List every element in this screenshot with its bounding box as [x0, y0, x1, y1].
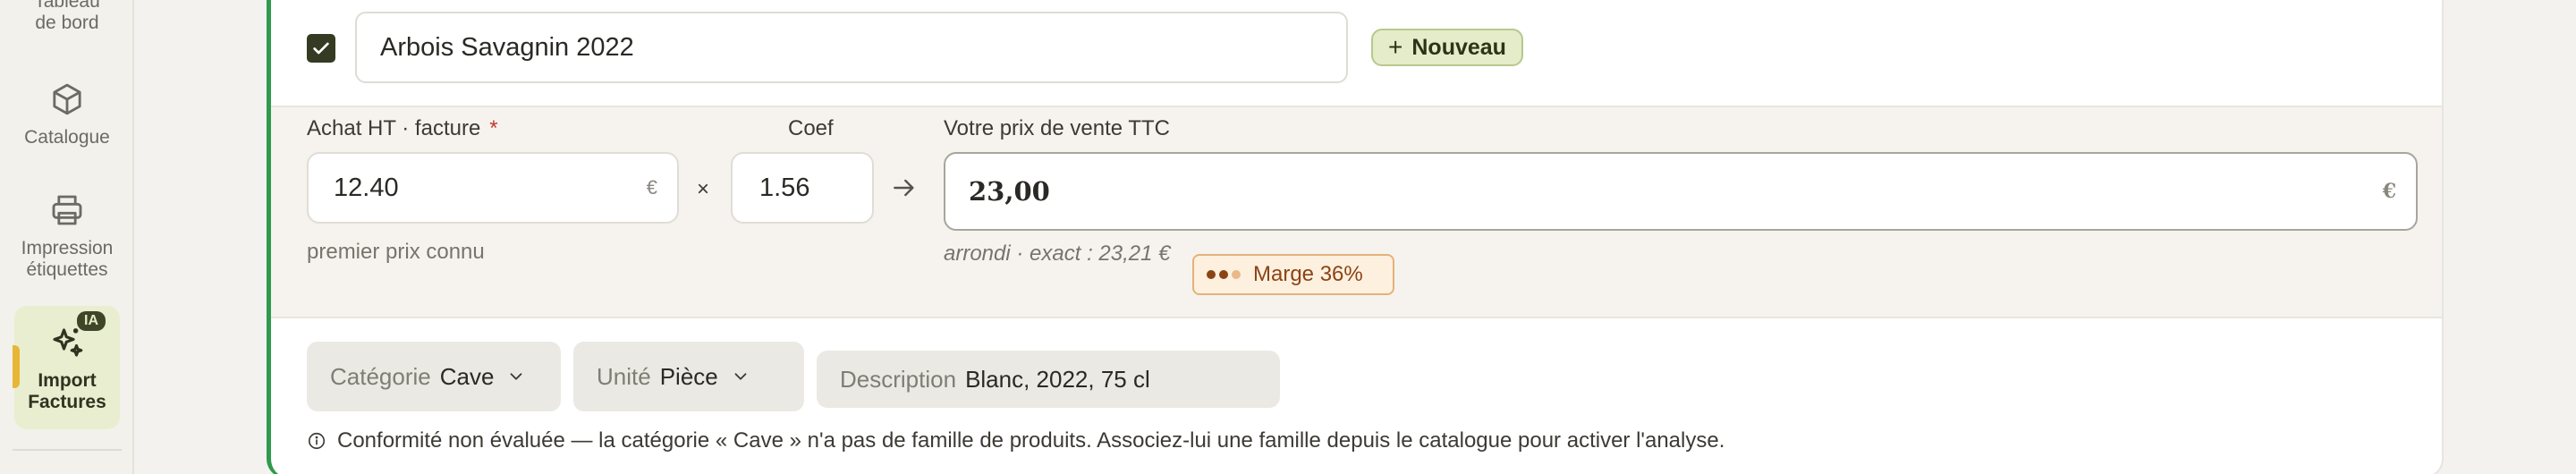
pricing-section: Achat HT · facture * 12.40 € premier prix…	[271, 106, 2442, 318]
sidebar: Tableau de bord Catalogue Impression éti…	[0, 0, 134, 474]
margin-dot	[1232, 270, 1241, 279]
info-icon	[307, 431, 326, 451]
compliance-notice-text: Conformité non évaluée — la catégorie « …	[337, 428, 1725, 453]
purchase-price-value: 12.40	[334, 173, 399, 202]
sell-price-label: Votre prix de vente TTC	[944, 116, 1171, 140]
purchase-price-label-text: Achat HT · facture	[307, 116, 481, 140]
description-input[interactable]: Description Blanc, 2022, 75 cl	[817, 351, 1280, 408]
sidebar-item-label: étiquettes	[26, 259, 108, 280]
currency-suffix: €	[646, 176, 657, 199]
sidebar-item-catalogue[interactable]: Catalogue	[14, 79, 120, 148]
unit-value: Pièce	[659, 362, 718, 390]
currency-suffix: €	[2382, 180, 2396, 203]
sidebar-item-label: de bord	[35, 13, 99, 33]
check-icon	[313, 42, 329, 55]
box-icon	[47, 79, 88, 120]
sell-price-input[interactable]: 23,00 €	[944, 152, 2418, 231]
arrow-right-icon	[894, 179, 914, 197]
margin-dot	[1207, 270, 1216, 279]
sidebar-item-label: Factures	[28, 392, 106, 412]
product-name-input[interactable]: Arbois Savagnin 2022	[355, 12, 1348, 83]
description-value: Blanc, 2022, 75 cl	[965, 365, 1150, 393]
sidebar-item-label: Impression	[21, 238, 114, 258]
chevron-down-icon	[511, 373, 522, 380]
sidebar-item-label: Tableau	[34, 0, 100, 12]
description-label: Description	[840, 365, 957, 393]
sidebar-item-dashboard[interactable]: Tableau de bord	[14, 0, 120, 34]
product-header-row: Arbois Savagnin 2022 + Nouveau	[271, 0, 2442, 106]
active-indicator	[13, 345, 20, 388]
sell-price-value: 23,00	[969, 176, 1050, 207]
category-select[interactable]: Catégorie Cave	[307, 342, 561, 411]
compliance-notice: Conformité non évaluée — la catégorie « …	[307, 428, 1724, 453]
ia-badge: IA	[77, 311, 106, 331]
sidebar-item-label: Import	[38, 370, 97, 391]
multiply-sign: ×	[697, 177, 710, 201]
category-label: Catégorie	[330, 362, 431, 390]
sidebar-item-label: Catalogue	[24, 127, 110, 148]
plus-icon: +	[1388, 33, 1403, 61]
category-value: Cave	[439, 362, 495, 390]
purchase-price-label: Achat HT · facture *	[307, 116, 498, 141]
required-mark: *	[489, 116, 498, 140]
coef-input[interactable]: 1.56	[731, 152, 874, 224]
new-product-button[interactable]: + Nouveau	[1371, 29, 1523, 66]
purchase-price-input[interactable]: 12.40 €	[307, 152, 679, 224]
printer-icon	[47, 190, 88, 231]
margin-dot	[1219, 270, 1228, 279]
margin-level-dots	[1207, 270, 1244, 279]
chevron-down-icon	[734, 373, 747, 380]
rounding-hint: arrondi · exact : 23,21 €	[944, 241, 1171, 266]
line-select-checkbox[interactable]	[307, 34, 335, 63]
sidebar-item-import-invoices[interactable]: IA Import Factures	[13, 306, 120, 429]
sidebar-item-labels-print[interactable]: Impression étiquettes	[14, 190, 120, 281]
coef-label: Coef	[788, 116, 834, 140]
margin-badge: Marge 36%	[1192, 254, 1394, 295]
unit-select[interactable]: Unité Pièce	[573, 342, 804, 411]
margin-label: Marge 36%	[1253, 262, 1363, 286]
sidebar-divider	[13, 449, 122, 451]
invoice-line-card: Arbois Savagnin 2022 + Nouveau Achat HT …	[267, 0, 2444, 474]
unit-label: Unité	[597, 362, 651, 390]
purchase-price-hint: premier prix connu	[307, 240, 485, 264]
coef-value: 1.56	[759, 173, 810, 202]
new-product-button-label: Nouveau	[1411, 34, 1506, 60]
